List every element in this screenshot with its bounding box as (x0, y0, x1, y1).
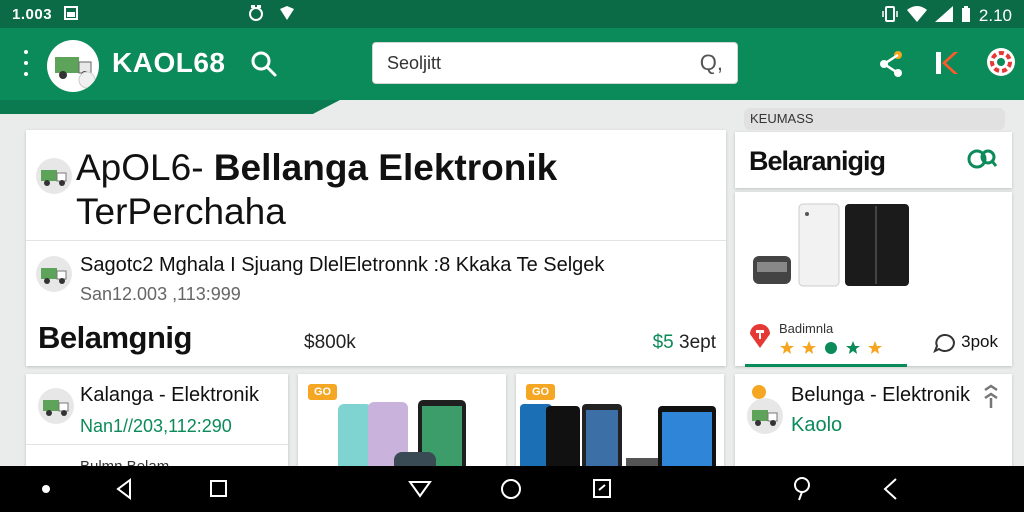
app-bar-accent (0, 100, 340, 114)
product-card[interactable]: GO (298, 374, 506, 474)
home-button[interactable] (495, 474, 527, 504)
featured-title: ApOL6- Bellanga Elektronik TerPerchaha (76, 146, 696, 234)
share-icon (880, 51, 902, 77)
signal-icon (934, 6, 953, 26)
bookmark-button[interactable] (980, 384, 1002, 412)
featured-title-bold: Bellanga Elektronik (213, 147, 558, 188)
featured-price-right: $5 3ept (653, 332, 716, 354)
price-right-currency: $5 (652, 332, 674, 353)
featured-divider (26, 240, 726, 241)
back-alt-button[interactable] (876, 474, 908, 504)
featured-title-line2: TerPerchaha (76, 191, 286, 232)
status-time-right: 2.10 (978, 6, 1012, 25)
price-right-label: 3ept (679, 332, 716, 353)
list-item-subtitle: Kaolo (791, 414, 843, 436)
featured-title-prefix: ApOL6- (76, 147, 214, 188)
triangle-down-icon (408, 481, 432, 498)
search-icon (794, 477, 810, 501)
status-bar: 1.003 2.10 (0, 0, 1024, 28)
featured-meta: Sagotc2 Mghala I Sjuang DlelEletronnk :8… (80, 254, 605, 276)
search-input[interactable]: Seoljitt Q, (372, 42, 738, 84)
dropdown-button[interactable] (404, 474, 436, 504)
recents-button[interactable] (202, 474, 234, 504)
product-badge: GO (526, 384, 556, 400)
assistant-search-button[interactable] (786, 474, 818, 504)
product-card[interactable]: GO (516, 374, 724, 474)
pin-icon (747, 322, 773, 355)
status-time-left: 1.003 (12, 5, 53, 23)
screenshot-icon (593, 479, 611, 498)
featured-price-title: Belamgnig (38, 320, 192, 355)
comment-icon (933, 333, 955, 358)
list-item[interactable]: Kalanga - Elektronik Nan1//203,112:290 B… (26, 374, 288, 475)
sidebar-header-card: Belaranigig (735, 132, 1012, 188)
meta-avatar (36, 256, 72, 292)
list-item-divider (26, 444, 288, 445)
sidebar-progress-line (745, 364, 907, 367)
list-item-date: Nan1//203,112:290 (80, 416, 232, 436)
featured-avatar (36, 158, 72, 194)
featured-card[interactable]: ApOL6- Bellanga Elektronik TerPerchaha S… (26, 130, 726, 366)
recents-icon (210, 480, 227, 497)
app-logo (47, 40, 99, 92)
screenshot-button[interactable] (586, 474, 618, 504)
list-item-avatar (747, 398, 783, 434)
app-title: KAOL68 (112, 47, 226, 78)
battery-icon (961, 5, 971, 27)
dot-icon (42, 485, 50, 493)
search-icon (967, 149, 998, 169)
home-icon (501, 479, 521, 499)
share-button[interactable] (876, 48, 908, 80)
search-button[interactable] (248, 48, 280, 80)
list-item[interactable]: Belunga - Elektronik Kaolo (735, 374, 1012, 474)
settings-button[interactable] (984, 45, 1018, 79)
list-item-title: Belunga - Elektronik (791, 384, 970, 406)
search-input-text: Seoljitt (387, 52, 442, 73)
settings-icon (987, 48, 1015, 76)
product-image (753, 203, 909, 287)
bookmark-icon (984, 384, 998, 408)
navigation-bar (0, 466, 1024, 512)
back-button[interactable] (108, 474, 140, 504)
back-alt-icon (883, 478, 897, 500)
back-icon (116, 478, 131, 500)
product-badge: GO (308, 384, 338, 400)
sidebar-label: KEUMASS (744, 108, 1005, 130)
k-logo-button[interactable] (930, 46, 964, 80)
dot-button[interactable] (30, 474, 62, 504)
image-icon (64, 5, 79, 23)
rating-label: Badimnla (779, 321, 834, 336)
search-submit-icon[interactable]: Q, (700, 50, 723, 76)
sidebar-title: Belaranigig (749, 146, 886, 176)
sidebar-product-card[interactable]: Badimnla 3pok (735, 192, 1012, 367)
comment-count: 3pok (961, 332, 998, 351)
rating-stars-icon (779, 339, 889, 360)
alarm-icon (248, 4, 264, 26)
location-icon (278, 4, 296, 26)
vibrate-icon (881, 5, 899, 27)
wifi-icon (906, 6, 927, 26)
list-item-title: Kalanga - Elektronik (80, 384, 259, 406)
sidebar-search-button[interactable] (966, 146, 998, 174)
featured-date: San12.003 ,113:999 (80, 284, 241, 304)
featured-price: $800k (304, 332, 356, 353)
search-icon (251, 51, 277, 77)
k-logo-icon (936, 52, 958, 74)
list-item-avatar (38, 388, 74, 424)
overflow-menu-button[interactable] (20, 50, 32, 76)
